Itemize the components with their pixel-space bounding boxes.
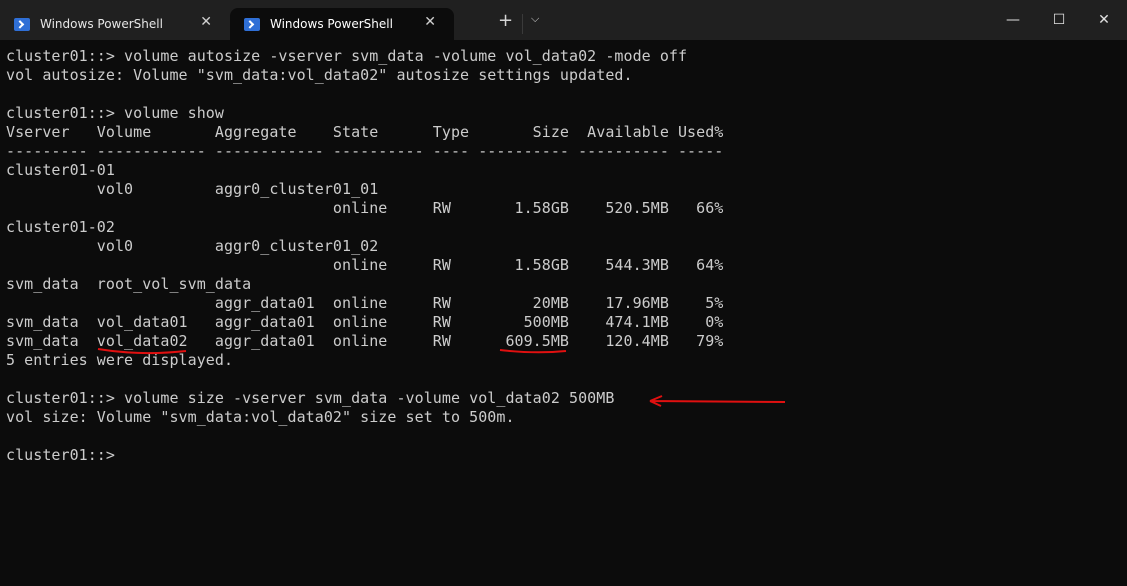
powershell-icon	[14, 17, 30, 31]
terminal-line: cluster01-01	[6, 161, 115, 179]
tab-label: Windows PowerShell	[270, 17, 393, 31]
terminal-line: vol size: Volume "svm_data:vol_data02" s…	[6, 408, 515, 426]
terminal-line: vol0 aggr0_cluster01_01	[6, 180, 379, 198]
terminal-line: cluster01::> volume show	[6, 104, 224, 122]
terminal-line: vol autosize: Volume "svm_data:vol_data0…	[6, 66, 633, 84]
chevron-down-icon[interactable]: ⌵	[531, 12, 539, 26]
terminal-line: cluster01::> volume autosize -vserver sv…	[6, 47, 688, 65]
tab-label: Windows PowerShell	[40, 17, 163, 31]
terminal-line: --------- ------------ ------------ ----…	[6, 142, 724, 160]
close-tab-icon[interactable]: ✕	[424, 14, 436, 30]
tab-powershell-1[interactable]: Windows PowerShell ✕	[0, 8, 230, 40]
terminal-line: vol0 aggr0_cluster01_02	[6, 237, 379, 255]
minimize-button[interactable]: —	[990, 8, 1036, 32]
terminal-line: svm_data vol_data01 aggr_data01 online R…	[6, 313, 724, 331]
terminal-line: cluster01-02	[6, 218, 115, 236]
close-window-button[interactable]: ✕	[1081, 8, 1127, 32]
terminal-line: Vserver Volume Aggregate State Type Size…	[6, 123, 724, 141]
terminal-line: svm_data vol_data02 aggr_data01 online R…	[6, 332, 724, 350]
terminal-output[interactable]: cluster01::> volume autosize -vserver sv…	[6, 47, 723, 465]
title-bar: Windows PowerShell ✕ Windows PowerShell …	[0, 0, 1127, 40]
powershell-icon	[244, 17, 260, 31]
terminal-line: 5 entries were displayed.	[6, 351, 234, 369]
close-tab-icon[interactable]: ✕	[200, 14, 212, 30]
terminal-line: cluster01::>	[6, 446, 125, 464]
divider	[522, 14, 523, 34]
new-tab-button[interactable]: +	[498, 12, 513, 30]
terminal-line: online RW 1.58GB 544.3MB 64%	[6, 256, 724, 274]
terminal-line: cluster01::> volume size -vserver svm_da…	[6, 389, 615, 407]
terminal-line: svm_data root_vol_svm_data	[6, 275, 252, 293]
terminal-line: online RW 1.58GB 520.5MB 66%	[6, 199, 724, 217]
maximize-button[interactable]: ☐	[1036, 8, 1082, 32]
tab-powershell-2[interactable]: Windows PowerShell ✕	[230, 8, 454, 40]
terminal-line: aggr_data01 online RW 20MB 17.96MB 5%	[6, 294, 724, 312]
